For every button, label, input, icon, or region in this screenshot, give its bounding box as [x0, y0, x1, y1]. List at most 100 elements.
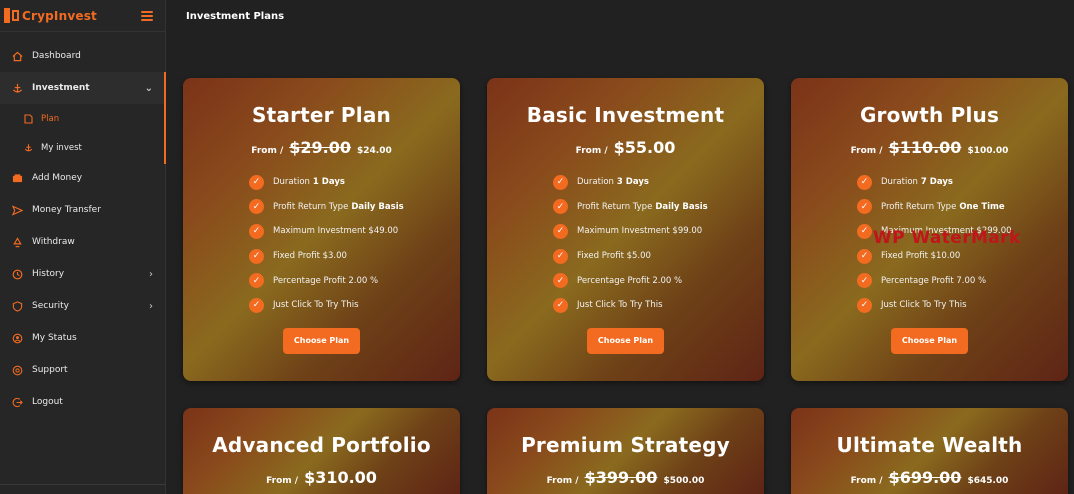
sidebar-subitem-plan[interactable]: Plan	[0, 104, 165, 133]
price-from-label: From /	[546, 476, 579, 486]
sidebar-item-my-status[interactable]: My Status	[0, 322, 165, 354]
plan-title: Starter Plan	[252, 103, 391, 127]
price-from-label: From /	[575, 146, 608, 156]
sidebar-item-label: Security	[32, 301, 69, 311]
home-icon	[12, 51, 23, 62]
price-main: $55.00	[613, 138, 676, 157]
feature-label: Profit Return Type	[577, 201, 653, 212]
chevron-down-icon: ⌄	[144, 82, 153, 94]
sidebar-item-label: Money Transfer	[32, 205, 101, 215]
brand-logo-link[interactable]: CrypInvest	[4, 8, 97, 23]
brand-bar: CrypInvest	[0, 0, 165, 32]
check-icon: ✓	[553, 223, 568, 239]
feature-text: Percentage Profit 2.00 %	[273, 275, 379, 286]
feature-value: Daily Basis	[655, 201, 708, 212]
sidebar-divider	[0, 484, 166, 485]
plan-card-starter: Starter Plan From / $29.00 $24.00 ✓ Durat…	[183, 78, 460, 381]
feature-duration: ✓ Duration 3 Days	[553, 170, 764, 195]
sidebar-item-dashboard[interactable]: Dashboard	[0, 40, 165, 72]
sidebar-item-add-money[interactable]: Add Money	[0, 162, 165, 194]
plan-card-premium: Premium Strategy From / $399.00 $500.00	[487, 408, 764, 494]
logout-icon	[12, 397, 23, 408]
plan-price: From / $110.00 $100.00	[791, 138, 1068, 158]
feature-label: Profit Return Type	[273, 201, 349, 212]
feature-return-type: ✓ Profit Return Type One Time	[857, 195, 1068, 220]
feature-text: Percentage Profit 7.00 %	[881, 275, 987, 286]
feature-value: Daily Basis	[351, 201, 404, 212]
plan-title: Premium Strategy	[521, 433, 730, 457]
check-icon: ✓	[857, 223, 872, 239]
choose-plan-button[interactable]: Choose Plan	[283, 327, 360, 354]
feature-text: Fixed Profit $10.00	[881, 251, 961, 262]
check-icon: ✓	[249, 223, 264, 239]
price-from-label: From /	[251, 146, 284, 156]
send-icon	[12, 204, 23, 216]
brand-name: CrypInvest	[22, 8, 97, 23]
plan-price: From / $310.00	[183, 468, 460, 488]
check-icon: ✓	[249, 273, 264, 289]
plan-price: From / $699.00 $645.00	[791, 468, 1068, 488]
feature-try: ✓ Just Click To Try This	[857, 293, 1068, 318]
sidebar-item-label: Investment	[32, 83, 90, 93]
price-from-label: From /	[266, 476, 299, 486]
sidebar-item-label: Logout	[32, 397, 63, 407]
sidebar-item-label: History	[32, 269, 65, 279]
check-icon: ✓	[249, 248, 264, 264]
plan-price: From / $55.00	[487, 138, 764, 158]
plan-features: ✓ Duration 3 Days ✓ Profit Return Type Daily…	[553, 170, 764, 318]
price-old: $399.00	[584, 468, 658, 487]
sidebar-subitem-my-invest[interactable]: My invest	[0, 133, 165, 162]
plan-title: Growth Plus	[859, 103, 1000, 127]
feature-fixed-profit: ✓ Fixed Profit $10.00	[857, 244, 1068, 269]
sidebar-item-money-transfer[interactable]: Money Transfer	[0, 194, 165, 226]
anchor-icon	[12, 83, 23, 94]
price-main: $310.00	[304, 468, 377, 487]
sidebar-item-label: Withdraw	[32, 237, 75, 247]
sidebar-item-history[interactable]: History ›	[0, 258, 165, 290]
menu-toggle-icon[interactable]	[141, 10, 153, 21]
plan-title: Advanced Portfolio	[212, 433, 431, 457]
feature-percentage-profit: ✓ Percentage Profit 2.00 %	[553, 268, 764, 293]
price-old: $110.00	[888, 138, 962, 157]
feature-text: Fixed Profit $5.00	[577, 251, 651, 262]
plan-features: ✓ Duration 1 Days ✓ Profit Return Type Daily…	[249, 170, 460, 318]
feature-duration: ✓ Duration 1 Days	[249, 170, 460, 195]
feature-return-type: ✓ Profit Return Type Daily Basis	[249, 195, 460, 220]
plan-card-basic: Basic Investment From / $55.00 ✓ Duration…	[487, 78, 764, 381]
feature-label: Duration	[577, 177, 614, 188]
feature-max-investment: ✓ Maximum Investment $299.00	[857, 219, 1068, 244]
feature-max-investment: ✓ Maximum Investment $49.00	[249, 219, 460, 244]
plan-price: From / $29.00 $24.00	[183, 138, 460, 158]
sidebar-item-investment[interactable]: Investment ⌄	[0, 72, 166, 164]
sidebar-item-label: Dashboard	[32, 51, 81, 61]
sidebar-item-security[interactable]: Security ›	[0, 290, 165, 322]
feature-percentage-profit: ✓ Percentage Profit 2.00 %	[249, 268, 460, 293]
feature-try: ✓ Just Click To Try This	[553, 293, 764, 318]
price-from-label: From /	[850, 146, 883, 156]
help-icon	[12, 365, 23, 376]
check-icon: ✓	[553, 248, 568, 264]
feature-duration: ✓ Duration 7 Days	[857, 170, 1068, 195]
user-circle-icon	[12, 333, 23, 344]
choose-plan-button[interactable]: Choose Plan	[587, 327, 664, 354]
topbar: Investment Plans	[167, 0, 1074, 32]
feature-try: ✓ Just Click To Try This	[249, 293, 460, 318]
price-from-label: From /	[850, 476, 883, 486]
feature-text: Just Click To Try This	[577, 300, 663, 311]
chevron-right-icon: ›	[149, 300, 153, 312]
check-icon: ✓	[857, 273, 872, 289]
check-icon: ✓	[249, 297, 264, 313]
sidebar-item-label: Support	[32, 365, 68, 375]
plan-card-advanced: Advanced Portfolio From / $310.00	[183, 408, 460, 494]
feature-text: Maximum Investment $49.00	[273, 226, 399, 237]
choose-plan-button[interactable]: Choose Plan	[891, 327, 968, 354]
check-icon: ✓	[249, 174, 264, 190]
check-icon: ✓	[857, 174, 872, 190]
sidebar-item-withdraw[interactable]: Withdraw	[0, 226, 165, 258]
sidebar-item-support[interactable]: Support	[0, 354, 165, 386]
check-icon: ✓	[249, 199, 264, 215]
feature-value: 1 Days	[312, 177, 345, 188]
check-icon: ✓	[857, 297, 872, 313]
sidebar-item-logout[interactable]: Logout	[0, 386, 165, 418]
price-old: $699.00	[888, 468, 962, 487]
